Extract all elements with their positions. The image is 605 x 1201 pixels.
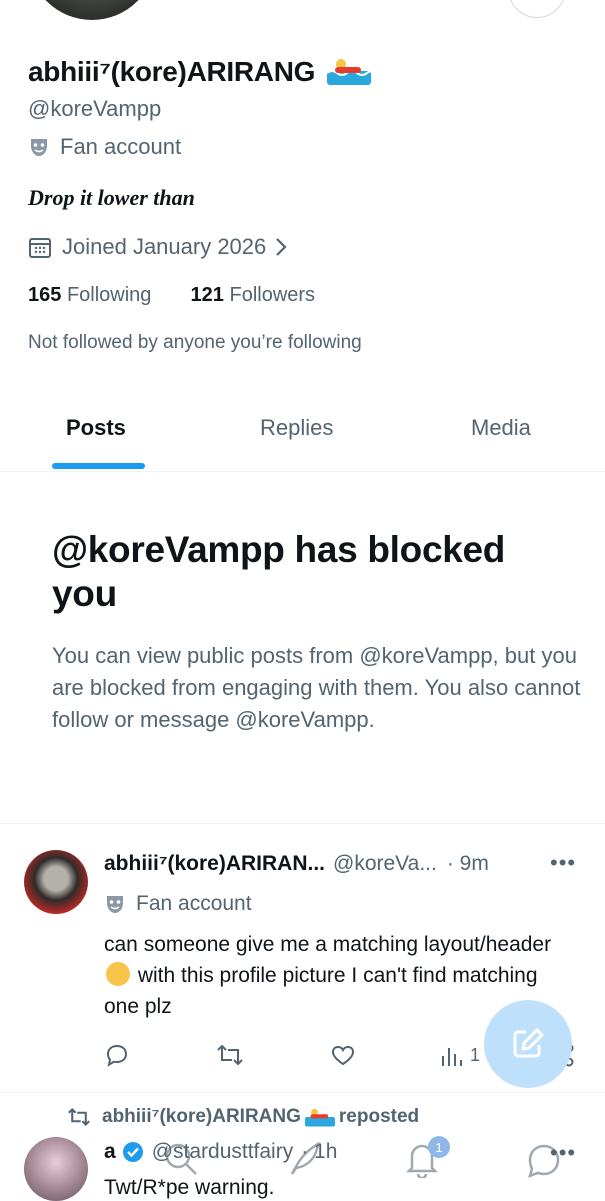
reply-button[interactable] xyxy=(104,1042,130,1068)
followers-label: Followers xyxy=(229,284,316,306)
tab-media[interactable]: Media xyxy=(471,415,531,441)
tab-posts[interactable]: Posts xyxy=(66,415,126,441)
views-chart-icon xyxy=(442,1048,462,1066)
profile-handle: @koreVampp xyxy=(28,96,162,121)
views-button[interactable]: 1 xyxy=(440,1042,480,1068)
followers-count-link[interactable]: 121 Followers xyxy=(191,284,316,306)
repost-label-suffix: reposted xyxy=(338,1106,420,1127)
mask-icon xyxy=(107,896,123,913)
feather-icon[interactable] xyxy=(286,1140,322,1178)
post-more-icon[interactable]: ••• xyxy=(550,850,576,876)
mask-icon xyxy=(31,139,47,156)
compose-post-button[interactable] xyxy=(484,1000,572,1088)
profile-category: Fan account xyxy=(28,134,181,160)
post-time[interactable]: · 9m xyxy=(447,852,489,876)
swimmer-emoji-icon xyxy=(326,59,371,85)
compose-icon xyxy=(513,1028,544,1058)
blocked-body: You can view public posts from @koreVamp… xyxy=(52,643,581,732)
tab-replies[interactable]: Replies xyxy=(260,415,333,441)
profile-more-button[interactable] xyxy=(508,0,566,18)
profile-avatar[interactable] xyxy=(28,0,156,20)
post-header: abhiii⁷(kore)ARIRAN... @koreVa... · 9m xyxy=(104,852,489,876)
divider xyxy=(0,823,605,824)
post-category: Fan account xyxy=(104,892,252,916)
joined-text: Joined January 2026 xyxy=(62,234,267,259)
following-count-link[interactable]: 165 Following xyxy=(28,284,151,306)
post-author-name[interactable]: abhiii⁷(kore)ARIRAN... xyxy=(104,852,325,876)
post-author-handle[interactable]: @koreVa... xyxy=(333,852,437,876)
blocked-title: @koreVampp has blocked you xyxy=(52,529,506,614)
repost-icon xyxy=(68,1107,90,1127)
repost-button[interactable] xyxy=(216,1042,244,1068)
post-text-part-1: can someone give me a matching layout/he… xyxy=(104,933,552,956)
calendar-icon xyxy=(29,238,51,258)
profile-tabs: Posts Replies Media xyxy=(0,395,605,472)
post-category-label: Fan account xyxy=(136,892,252,915)
category-label: Fan account xyxy=(60,134,182,159)
following-count: 165 xyxy=(28,284,62,306)
reply-icon xyxy=(106,1044,128,1067)
notifications-badge: 1 xyxy=(428,1136,450,1158)
profile-display-name: abhiii⁷(kore)ARIRANG xyxy=(28,56,371,88)
search-icon[interactable] xyxy=(162,1140,200,1178)
profile-bio: Drop it lower than xyxy=(28,185,195,210)
profile-joined[interactable]: Joined January 2026 xyxy=(28,234,300,260)
followers-count: 121 xyxy=(190,284,224,306)
post-text-part-2: with this profile picture I can't find m… xyxy=(104,964,538,1018)
pensive-face-emoji-icon xyxy=(106,962,130,986)
display-name-text: abhiii⁷(kore)ARIRANG xyxy=(28,56,316,87)
followed-by-text: Not followed by anyone you’re following xyxy=(28,332,362,353)
active-tab-indicator xyxy=(52,463,145,469)
repost-label-name: abhiii⁷(kore)ARIRANG xyxy=(102,1106,301,1127)
views-count: 1 xyxy=(470,1044,481,1065)
messages-icon[interactable] xyxy=(524,1140,564,1180)
repost-context[interactable]: abhiii⁷(kore)ARIRANG reposted xyxy=(66,1106,419,1128)
heart-icon xyxy=(331,1045,355,1066)
like-button[interactable] xyxy=(330,1042,356,1068)
follow-counts: 165 Following 121 Followers xyxy=(28,284,315,307)
chevron-right-icon xyxy=(276,238,287,256)
post-avatar[interactable] xyxy=(24,850,88,914)
swimmer-emoji-icon xyxy=(304,1108,335,1127)
following-label: Following xyxy=(66,284,152,306)
repost-icon xyxy=(217,1044,243,1066)
bottom-navigation xyxy=(0,1132,605,1200)
divider xyxy=(0,1092,605,1093)
